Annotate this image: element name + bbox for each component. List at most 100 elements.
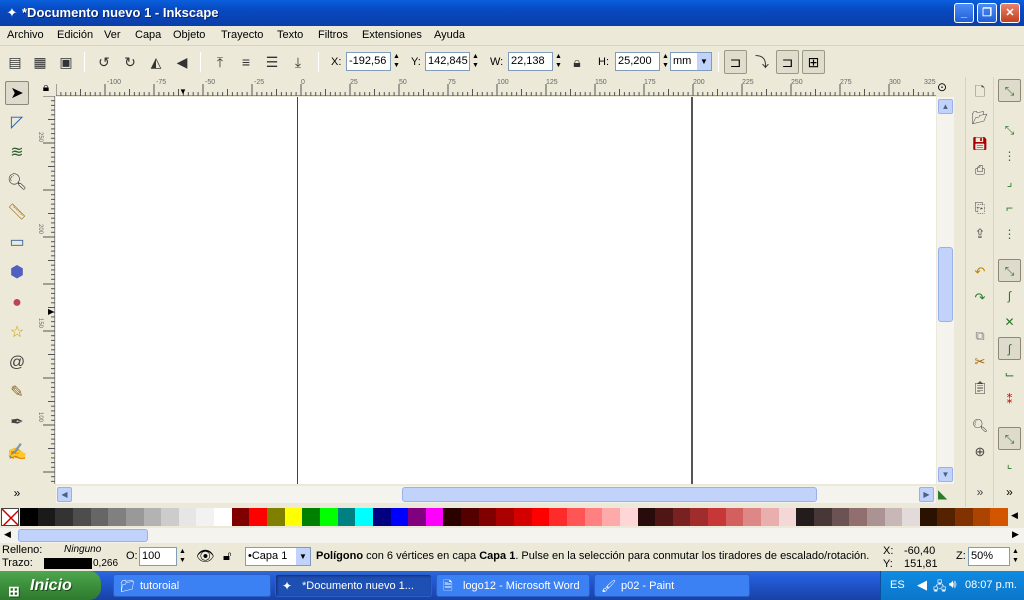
menu-objeto[interactable]: Objeto bbox=[173, 29, 205, 41]
menu-filtros[interactable]: Filtros bbox=[318, 29, 348, 41]
back-arrow-icon[interactable]: ◀ bbox=[917, 577, 927, 593]
color-swatch[interactable] bbox=[390, 508, 409, 526]
snap-page-border-icon[interactable]: ⤡ bbox=[998, 427, 1021, 450]
menu-edicion[interactable]: Edición bbox=[57, 29, 93, 41]
select-all-icon[interactable]: ▤ bbox=[5, 52, 25, 72]
color-swatch[interactable] bbox=[425, 508, 444, 526]
color-swatch[interactable] bbox=[72, 508, 92, 526]
color-swatch[interactable] bbox=[743, 508, 762, 526]
export-icon[interactable]: ⇪ bbox=[969, 223, 991, 245]
inkscape-app-icon[interactable]: ✦ bbox=[4, 5, 20, 21]
vertical-ruler[interactable]: 250 200 150 100 ▶ bbox=[36, 95, 55, 484]
unit-select[interactable]: mm ▼ bbox=[670, 52, 712, 71]
color-swatch[interactable] bbox=[161, 508, 180, 526]
color-swatch[interactable] bbox=[461, 508, 480, 526]
rectangle-tool-icon[interactable]: ▭ bbox=[5, 231, 29, 255]
color-swatch[interactable] bbox=[972, 508, 991, 526]
open-icon[interactable]: 📂︎ bbox=[969, 107, 991, 129]
color-swatch[interactable] bbox=[990, 508, 1009, 526]
color-swatch[interactable] bbox=[178, 508, 197, 526]
scale-stroke-toggle-icon[interactable]: ⊐ bbox=[724, 50, 747, 74]
menu-trayecto[interactable]: Trayecto bbox=[221, 29, 263, 41]
color-swatch[interactable] bbox=[637, 508, 656, 526]
rotate-ccw-icon[interactable]: ↺ bbox=[94, 52, 114, 72]
raise-icon[interactable]: ≡ bbox=[236, 52, 256, 72]
color-swatch[interactable] bbox=[355, 508, 374, 526]
zoom-drawing-icon[interactable]: ⊕ bbox=[969, 441, 991, 463]
zoom-tool-icon[interactable]: 🔍︎ bbox=[5, 171, 29, 195]
print-icon[interactable]: ⎙ bbox=[969, 159, 991, 181]
h-input[interactable]: 25,200 bbox=[615, 52, 660, 71]
more-snap-icon[interactable]: » bbox=[998, 481, 1021, 504]
color-swatch[interactable] bbox=[125, 508, 144, 526]
measure-tool-icon[interactable]: 📏︎ bbox=[5, 201, 29, 225]
w-spinner-arrows[interactable]: ▲ ▼ bbox=[553, 52, 564, 71]
color-swatch[interactable] bbox=[196, 508, 215, 526]
zoom-input[interactable]: 50% bbox=[968, 547, 1010, 566]
start-button[interactable]: ⊞ Inicio bbox=[0, 571, 101, 600]
color-swatch[interactable] bbox=[319, 508, 339, 526]
scroll-down-icon[interactable]: ▼ bbox=[938, 467, 953, 482]
color-swatch[interactable] bbox=[143, 508, 162, 526]
color-swatch[interactable] bbox=[919, 508, 938, 526]
clock[interactable]: 08:07 p.m. bbox=[965, 579, 1017, 591]
color-swatch[interactable] bbox=[372, 508, 391, 526]
palette-menu-icon[interactable]: ◀ bbox=[1011, 510, 1018, 521]
menu-texto[interactable]: Texto bbox=[277, 29, 303, 41]
color-swatch[interactable] bbox=[955, 508, 974, 526]
color-swatch[interactable] bbox=[302, 508, 321, 526]
save-icon[interactable]: 💾︎ bbox=[969, 133, 991, 155]
snap-grid-icon[interactable]: ⌞ bbox=[998, 453, 1021, 476]
color-swatch[interactable] bbox=[549, 508, 568, 526]
snap-bbox-icon[interactable]: ⤡ bbox=[998, 119, 1021, 142]
lock-proportions-icon[interactable]: 🔒︎ bbox=[567, 52, 587, 72]
scroll-left-icon[interactable]: ◀ bbox=[4, 529, 11, 540]
color-swatch[interactable] bbox=[496, 508, 515, 526]
color-swatch[interactable] bbox=[584, 508, 603, 526]
paste-icon[interactable]: 📋︎ bbox=[969, 377, 991, 399]
horizontal-scroll-thumb[interactable] bbox=[402, 487, 817, 502]
more-tools-icon[interactable]: » bbox=[5, 481, 29, 505]
network-icon[interactable]: 🖧︎ bbox=[933, 577, 946, 598]
volume-icon[interactable]: 🔊︎ bbox=[949, 577, 957, 592]
snap-nodes-icon[interactable]: ⤡ bbox=[998, 259, 1021, 282]
color-swatch[interactable] bbox=[849, 508, 868, 526]
color-swatch[interactable] bbox=[761, 508, 780, 526]
y-spinner-arrows[interactable]: ▲ ▼ bbox=[470, 52, 481, 71]
snap-bbox-corner-icon[interactable]: ⌟ bbox=[998, 171, 1021, 194]
x-spinner-arrows[interactable]: ▲ ▼ bbox=[391, 52, 402, 71]
taskbar-item-word[interactable]: 🗎︎ logo12 - Microsoft Word bbox=[436, 574, 590, 597]
menu-archivo[interactable]: Archivo bbox=[7, 29, 44, 41]
snap-smooth-nodes-icon[interactable]: ∫ bbox=[998, 337, 1021, 360]
stroke-width-value[interactable]: 0,266 bbox=[93, 558, 118, 569]
new-document-icon[interactable]: 🗋 bbox=[969, 81, 991, 103]
color-swatch[interactable] bbox=[672, 508, 691, 526]
color-swatch[interactable] bbox=[231, 508, 250, 526]
undo-icon[interactable]: ↶ bbox=[969, 261, 991, 283]
menu-capa[interactable]: Capa bbox=[135, 29, 161, 41]
menu-extensiones[interactable]: Extensiones bbox=[362, 29, 422, 41]
scroll-right-icon[interactable]: ▶ bbox=[919, 487, 934, 502]
color-swatch[interactable] bbox=[566, 508, 586, 526]
move-patterns-toggle-icon[interactable]: ⊞ bbox=[802, 50, 825, 74]
fill-value[interactable]: Ninguno bbox=[64, 544, 101, 555]
close-button[interactable]: ✕ bbox=[1000, 3, 1020, 23]
color-swatch[interactable] bbox=[443, 508, 462, 526]
color-swatch[interactable] bbox=[55, 508, 74, 526]
tweak-tool-icon[interactable]: ≋ bbox=[5, 141, 29, 165]
color-swatch[interactable] bbox=[514, 508, 533, 526]
deselect-icon[interactable]: ▣ bbox=[56, 52, 76, 72]
scroll-right-icon[interactable]: ▶ bbox=[1012, 529, 1019, 540]
stroke-swatch[interactable] bbox=[44, 558, 92, 569]
opacity-input[interactable]: 100 bbox=[139, 547, 177, 566]
scroll-left-icon[interactable]: ◀ bbox=[57, 487, 72, 502]
lock-layer-icon[interactable]: 🔓︎ bbox=[223, 548, 231, 564]
color-swatch[interactable] bbox=[267, 508, 286, 526]
color-swatch[interactable] bbox=[408, 508, 427, 526]
color-swatch[interactable] bbox=[725, 508, 744, 526]
zoom-selection-icon[interactable]: 🔍︎ bbox=[969, 415, 991, 437]
color-swatch[interactable] bbox=[214, 508, 233, 526]
color-swatch[interactable] bbox=[778, 508, 797, 526]
snap-bbox-center-icon[interactable]: ⋮ bbox=[998, 223, 1021, 246]
snap-bbox-edge-icon[interactable]: ⋮ bbox=[998, 145, 1021, 168]
